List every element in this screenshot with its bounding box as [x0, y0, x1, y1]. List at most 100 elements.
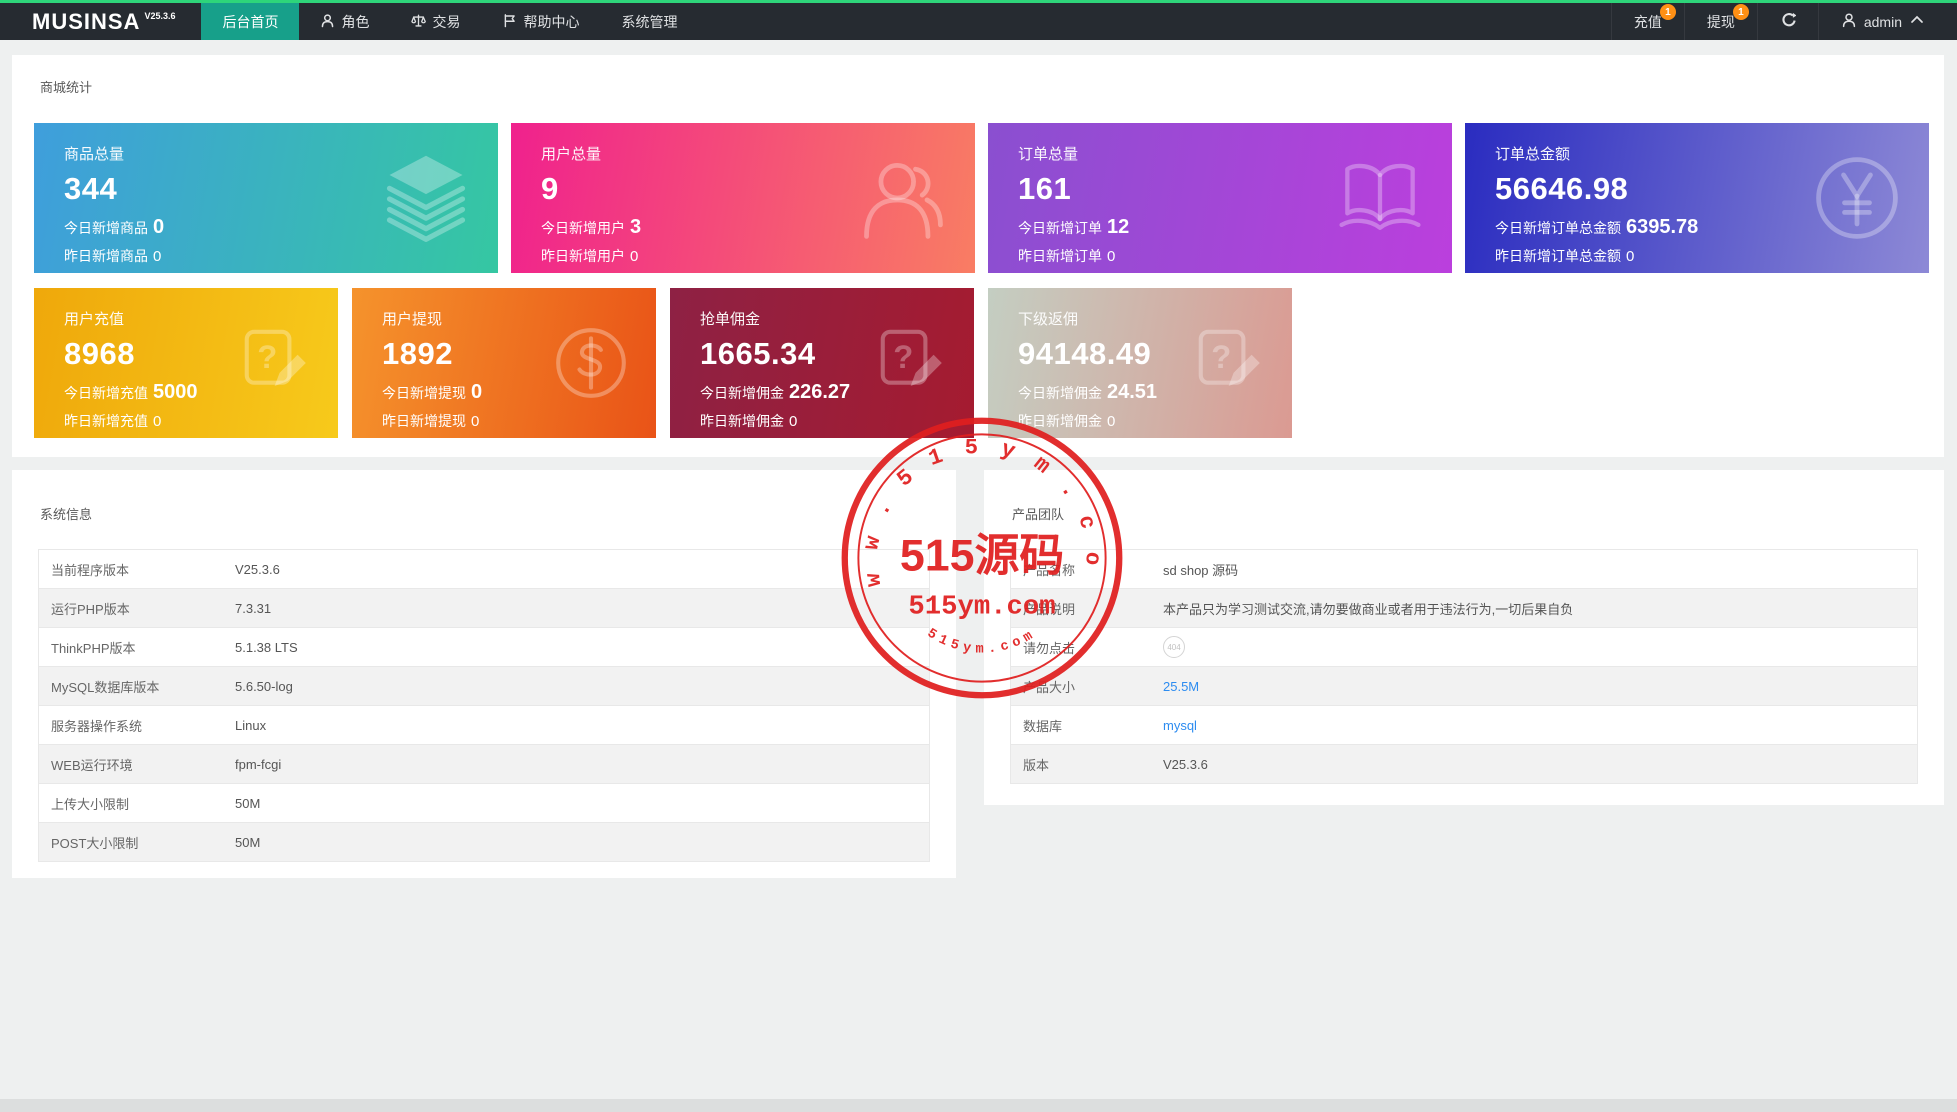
top-navbar: MUSINSA V25.3.6 后台首页 角色 交易 帮助中心 系统管理 充值 …: [0, 0, 1957, 40]
today-label: 今日新增佣金: [700, 385, 784, 401]
today-value: 0: [471, 381, 483, 403]
today-value: 24.51: [1107, 381, 1158, 403]
yesterday-value: 0: [630, 248, 639, 265]
row-label: 请勿点击: [1010, 627, 1151, 667]
withdraw-badge: 1: [1732, 4, 1749, 20]
row-label: 服务器操作系统: [38, 705, 223, 745]
row-label: 产品名称: [1010, 549, 1151, 589]
row-value: 404: [1151, 627, 1918, 667]
today-label: 今日新增充值: [64, 385, 148, 401]
yesterday-value: 0: [153, 248, 162, 265]
svg-text:?: ?: [1211, 338, 1231, 375]
menu-item-help-center[interactable]: 帮助中心: [481, 3, 600, 40]
row-value: Linux: [223, 705, 930, 745]
row-value: fpm-fcgi: [223, 744, 930, 784]
yen-circle-icon: [1809, 150, 1905, 246]
row-label: 产品大小: [1010, 666, 1151, 706]
row-value: sd shop 源码: [1151, 549, 1918, 589]
table-row: 数据库 mysql: [1010, 705, 1918, 745]
question-doc-icon: ?: [868, 322, 950, 404]
yesterday-label: 昨日新增佣金: [1018, 413, 1102, 429]
badge-404: 404: [1163, 636, 1185, 658]
product-team-panel: 产品团队 产品名称 sd shop 源码 产品说明 本产品只为学习测试交流,请勿要做…: [984, 470, 1944, 805]
today-value: 12: [1107, 216, 1130, 238]
today-value: 0: [153, 216, 165, 238]
product-team-title: 产品团队: [1012, 507, 1065, 522]
table-row: WEB运行环境 fpm-fcgi: [38, 744, 930, 784]
row-value: 50M: [223, 783, 930, 823]
row-value: 5.1.38 LTS: [223, 627, 930, 667]
today-value: 6395.78: [1626, 216, 1699, 238]
menu-item-dashboard[interactable]: 后台首页: [201, 3, 300, 40]
withdraw-button[interactable]: 提现 1: [1683, 3, 1757, 40]
menu-item-label: 帮助中心: [523, 13, 580, 30]
menu-item-label: 系统管理: [621, 13, 678, 30]
user-menu[interactable]: admin: [1817, 3, 1931, 40]
menu-item-label: 角色: [341, 13, 370, 30]
app-version: V25.3.6: [144, 10, 176, 21]
menu-item-system[interactable]: 系统管理: [600, 3, 698, 40]
today-label: 今日新增订单总金额: [1495, 220, 1621, 236]
stat-card-user-recharge: 用户充值 8968 今日新增充值 5000 昨日新增充值 0 ?: [34, 288, 338, 438]
scales-icon: [411, 13, 427, 31]
row-value: V25.3.6: [1151, 744, 1918, 784]
mall-stats-title: 商城统计: [40, 80, 93, 95]
row-label: 产品说明: [1010, 588, 1151, 628]
user-icon: [855, 150, 951, 246]
table-row: POST大小限制 50M: [38, 822, 930, 862]
yesterday-label: 昨日新增用户: [541, 248, 625, 264]
menu-item-label: 后台首页: [222, 13, 279, 30]
footer-strip: [0, 1099, 1957, 1112]
yesterday-label: 昨日新增商品: [64, 248, 148, 264]
system-info-table: 当前程序版本 V25.3.6 运行PHP版本 7.3.31 ThinkPHP版本 5.…: [38, 549, 930, 862]
svg-text:?: ?: [893, 338, 913, 375]
today-label: 今日新增商品: [64, 220, 148, 236]
row-value: 5.6.50-log: [223, 666, 930, 706]
row-label: WEB运行环境: [38, 744, 223, 784]
flag-icon: [502, 13, 517, 31]
svg-text:?: ?: [257, 338, 277, 375]
stat-card-user-withdraw: 用户提现 1892 今日新增提现 0 昨日新增提现 0: [352, 288, 656, 438]
row-label: 当前程序版本: [38, 549, 223, 589]
yesterday-value: 0: [1107, 248, 1116, 265]
stat-card-orders-total: 订单总量 161 今日新增订单 12 昨日新增订单 0: [988, 123, 1452, 273]
today-label: 今日新增用户: [541, 220, 625, 236]
menu-item-roles[interactable]: 角色: [299, 3, 390, 40]
yesterday-value: 0: [153, 413, 162, 430]
row-value: 50M: [223, 822, 930, 862]
today-value: 3: [630, 216, 642, 238]
table-row: 上传大小限制 50M: [38, 783, 930, 823]
stat-card-grab-commission: 抢单佣金 1665.34 今日新增佣金 226.27 昨日新增佣金 0 ?: [670, 288, 974, 438]
main-menu: 后台首页 角色 交易 帮助中心 系统管理: [201, 3, 698, 40]
row-label: POST大小限制: [38, 822, 223, 862]
product-team-table: 产品名称 sd shop 源码 产品说明 本产品只为学习测试交流,请勿要做商业或者用…: [1010, 549, 1918, 784]
table-row: 服务器操作系统 Linux: [38, 705, 930, 745]
product-size-link[interactable]: 25.5M: [1163, 679, 1199, 694]
row-value: 7.3.31: [223, 588, 930, 628]
table-row: 请勿点击 404: [1010, 627, 1918, 667]
stat-card-order-amount: 订单总金额 56646.98 今日新增订单总金额 6395.78 昨日新增订单总金…: [1465, 123, 1929, 273]
menu-item-trade[interactable]: 交易: [390, 3, 481, 40]
recharge-button[interactable]: 充值 1: [1610, 3, 1684, 40]
today-label: 今日新增订单: [1018, 220, 1102, 236]
database-link[interactable]: mysql: [1163, 718, 1197, 733]
yesterday-value: 0: [1107, 413, 1116, 430]
row-label: MySQL数据库版本: [38, 666, 223, 706]
stat-card-users-total: 用户总量 9 今日新增用户 3 昨日新增用户 0: [511, 123, 975, 273]
table-row: 产品大小 25.5M: [1010, 666, 1918, 706]
table-row: 产品名称 sd shop 源码: [1010, 549, 1918, 589]
dollar-circle-icon: [550, 322, 632, 404]
table-row: 版本 V25.3.6: [1010, 744, 1918, 784]
stat-card-goods-total: 商品总量 344 今日新增商品 0 昨日新增商品 0: [34, 123, 498, 273]
refresh-button[interactable]: [1756, 3, 1818, 40]
table-row: ThinkPHP版本 5.1.38 LTS: [38, 627, 930, 667]
yesterday-value: 0: [1626, 248, 1635, 265]
today-value: 226.27: [789, 381, 851, 403]
yesterday-label: 昨日新增佣金: [700, 413, 784, 429]
yesterday-value: 0: [471, 413, 480, 430]
yesterday-value: 0: [789, 413, 798, 430]
question-doc-icon: ?: [232, 322, 314, 404]
today-value: 5000: [153, 381, 198, 403]
yesterday-label: 昨日新增订单: [1018, 248, 1102, 264]
row-label: 上传大小限制: [38, 783, 223, 823]
